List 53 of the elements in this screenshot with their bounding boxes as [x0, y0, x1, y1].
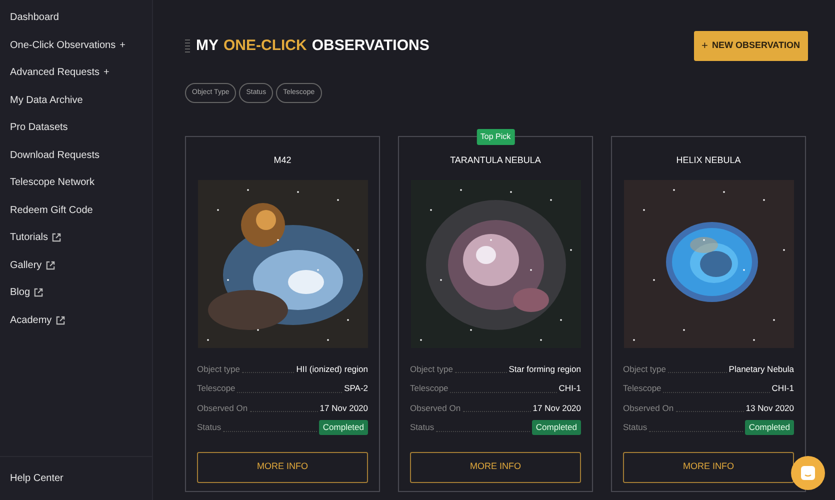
more-info-button[interactable]: MORE INFO — [410, 452, 581, 482]
status-badge: Completed — [532, 420, 581, 436]
field-value: CHI-1 — [772, 382, 794, 396]
field-label: Observed On — [623, 402, 674, 415]
sidebar-item[interactable]: Dashboard — [0, 4, 152, 32]
field-value: 17 Nov 2020 — [320, 402, 368, 415]
chat-icon — [800, 465, 816, 481]
drag-handle-icon — [185, 39, 190, 53]
field-label: Status — [410, 421, 434, 434]
sidebar-item[interactable]: Academy — [0, 306, 152, 334]
field-value: 13 Nov 2020 — [746, 402, 794, 415]
sidebar-item[interactable]: Redeem Gift Code — [0, 196, 152, 224]
help-center-link[interactable]: Help Center — [0, 471, 74, 486]
card-title: TARANTULA NEBULA — [450, 154, 541, 167]
external-link-icon — [34, 288, 44, 298]
sidebar-item[interactable]: Gallery — [0, 252, 152, 279]
sidebar-item[interactable]: My Data Archive — [0, 86, 152, 114]
sidebar-item[interactable]: Telescope Network — [0, 169, 152, 196]
status-badge: Completed — [744, 420, 794, 436]
sidebar-item[interactable]: One-Click Observations + — [0, 32, 152, 59]
field-label: Telescope — [197, 382, 236, 396]
field-label: Object type — [623, 362, 666, 376]
field-value: SPA-2 — [344, 382, 368, 396]
field-label: Status — [623, 421, 648, 434]
field-value: 17 Nov 2020 — [532, 402, 581, 415]
field-label: Status — [197, 421, 222, 434]
field-label: Object type — [197, 362, 240, 376]
new-observation-button[interactable]: + NEW OBSERVATION — [694, 31, 808, 61]
field-label: Object type — [410, 362, 453, 376]
field-value: Planetary Nebula — [728, 362, 794, 376]
card-title: HELIX NEBULA — [676, 154, 741, 167]
page-title: MY ONE-CLICK OBSERVATIONS — [196, 36, 430, 56]
status-badge: Completed — [318, 420, 368, 436]
sidebar-item[interactable]: Pro Datasets — [0, 114, 152, 142]
field-label: Observed On — [197, 402, 248, 415]
sidebar-item[interactable]: Tutorials — [0, 224, 152, 252]
chat-button[interactable] — [791, 456, 825, 490]
external-link-icon — [56, 316, 65, 325]
more-info-button[interactable]: MORE INFO — [197, 452, 368, 482]
top-pick-badge: Top Pick — [476, 129, 515, 145]
field-value: HII (ionized) region — [296, 362, 368, 376]
external-link-icon — [46, 260, 55, 270]
field-label: Telescope — [410, 382, 448, 396]
card-title: M42 — [274, 154, 292, 167]
more-info-button[interactable]: MORE INFO — [623, 452, 794, 482]
sidebar-item[interactable]: Download Requests — [0, 142, 152, 169]
sidebar-item[interactable]: Blog — [0, 279, 152, 306]
sidebar-item[interactable]: Advanced Requests + — [0, 59, 152, 86]
field-value: CHI-1 — [558, 382, 581, 396]
field-label: Observed On — [410, 402, 461, 415]
field-label: Telescope — [623, 382, 662, 396]
external-link-icon — [52, 233, 61, 242]
field-value: Star forming region — [508, 362, 581, 376]
